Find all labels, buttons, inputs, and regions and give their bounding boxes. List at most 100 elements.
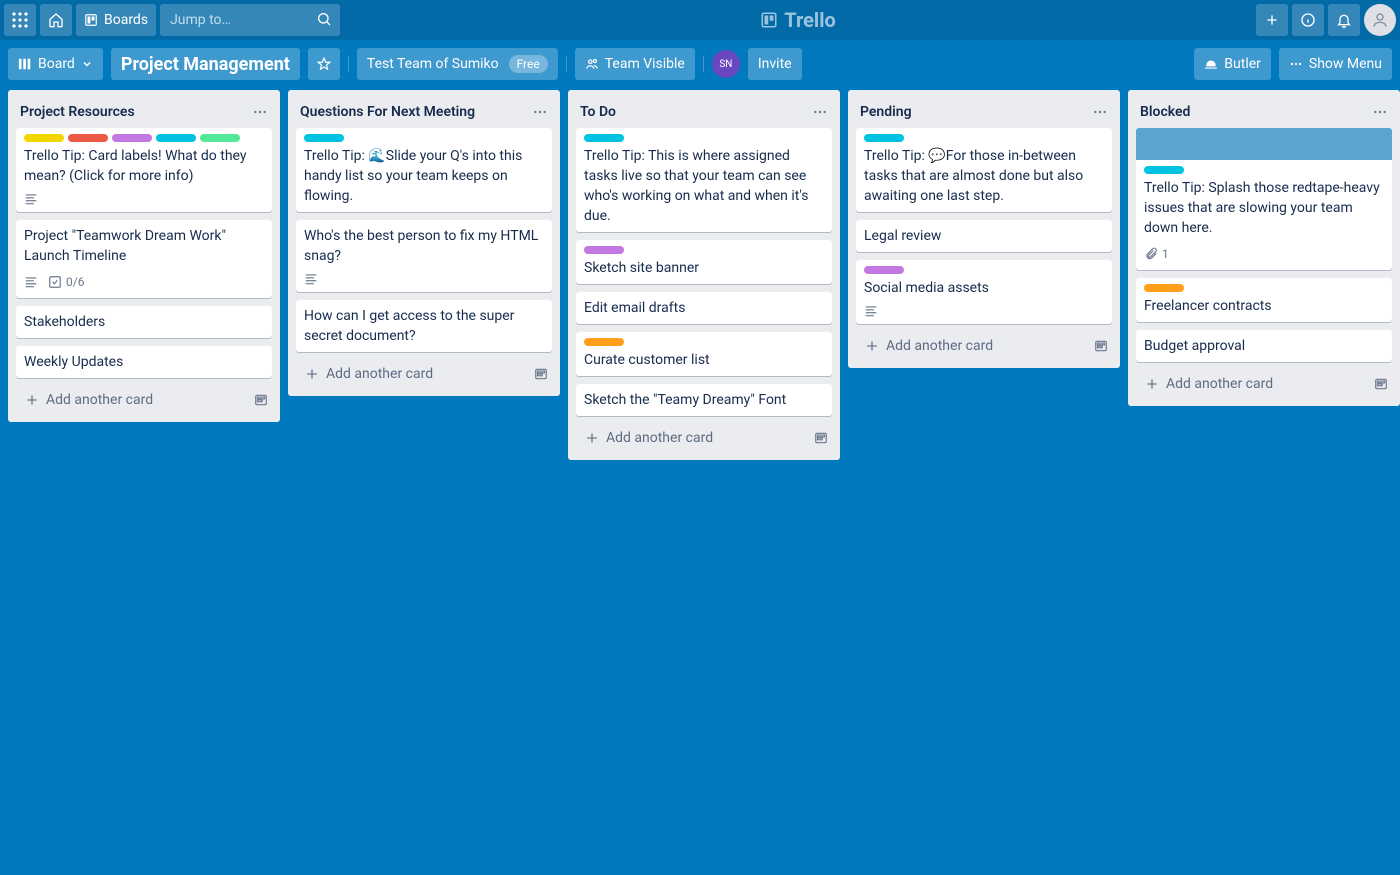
- label-pill[interactable]: [1144, 284, 1184, 292]
- list-title[interactable]: To Do: [580, 104, 616, 120]
- search-icon: [316, 11, 332, 27]
- card[interactable]: Trello Tip: This is where assigned tasks…: [576, 128, 832, 232]
- label-pill[interactable]: [112, 134, 152, 142]
- list-header: Questions For Next Meeting: [288, 90, 560, 128]
- card-template-button[interactable]: [530, 363, 552, 385]
- card-template-button[interactable]: [1370, 373, 1392, 395]
- add-card-row: Add another card: [848, 324, 1120, 368]
- card[interactable]: Stakeholders: [16, 306, 272, 338]
- label-pill[interactable]: [200, 134, 240, 142]
- team-button[interactable]: Test Team of Sumiko Free: [357, 48, 558, 80]
- card-text: Trello Tip: Card labels! What do they me…: [24, 146, 264, 186]
- card[interactable]: Freelancer contracts: [1136, 278, 1392, 322]
- card[interactable]: Weekly Updates: [16, 346, 272, 378]
- topbar: Boards Trello: [0, 0, 1400, 40]
- checklist-icon: [48, 275, 62, 289]
- card[interactable]: Trello Tip: 🌊Slide your Q's into this ha…: [296, 128, 552, 212]
- label-pill[interactable]: [68, 134, 108, 142]
- member-avatar[interactable]: SN: [712, 50, 740, 78]
- free-badge: Free: [509, 55, 548, 73]
- label-pill[interactable]: [584, 338, 624, 346]
- card-labels: [584, 134, 824, 142]
- card-text: Sketch site banner: [584, 258, 824, 278]
- card-text: Edit email drafts: [584, 298, 824, 318]
- template-icon: [814, 431, 828, 445]
- user-icon: [1371, 11, 1389, 29]
- list: Blocked Trello Tip: Splash those redtape-…: [1128, 90, 1400, 406]
- apps-icon: [12, 12, 28, 28]
- board-title[interactable]: Project Management: [111, 48, 300, 80]
- add-card-button[interactable]: Add another card: [576, 424, 810, 452]
- card[interactable]: Social media assets: [856, 260, 1112, 324]
- butler-button[interactable]: Butler: [1194, 48, 1271, 80]
- label-pill[interactable]: [1144, 166, 1184, 174]
- attachment-badge: 1: [1144, 244, 1169, 264]
- card-text: How can I get access to the super secret…: [304, 306, 544, 346]
- label-pill[interactable]: [864, 134, 904, 142]
- label-pill[interactable]: [24, 134, 64, 142]
- search-input[interactable]: [160, 4, 340, 36]
- info-icon: [1300, 12, 1316, 28]
- card[interactable]: Trello Tip: 💬For those in-between tasks …: [856, 128, 1112, 212]
- notifications-button[interactable]: [1328, 4, 1360, 36]
- label-pill[interactable]: [584, 246, 624, 254]
- star-button[interactable]: [308, 48, 340, 80]
- list-menu-button[interactable]: [528, 100, 552, 124]
- attachment-icon: [1144, 247, 1158, 261]
- board-canvas: Project Resources Trello Tip: Card labels…: [0, 84, 1400, 869]
- list-menu-button[interactable]: [248, 100, 272, 124]
- invite-button[interactable]: Invite: [748, 48, 802, 80]
- template-icon: [534, 367, 548, 381]
- info-button[interactable]: [1292, 4, 1324, 36]
- team-label: Test Team of Sumiko: [367, 56, 499, 72]
- add-card-button[interactable]: Add another card: [16, 386, 250, 414]
- list-menu-button[interactable]: [808, 100, 832, 124]
- list-menu-button[interactable]: [1368, 100, 1392, 124]
- create-button[interactable]: [1256, 4, 1288, 36]
- list: Pending Trello Tip: 💬For those in-between…: [848, 90, 1120, 368]
- label-pill[interactable]: [864, 266, 904, 274]
- list-title[interactable]: Pending: [860, 104, 912, 120]
- home-button[interactable]: [40, 4, 72, 36]
- apps-button[interactable]: [4, 4, 36, 36]
- card[interactable]: Sketch site banner: [576, 240, 832, 284]
- template-icon: [254, 393, 268, 407]
- label-pill[interactable]: [304, 134, 344, 142]
- topbar-right: [1256, 4, 1396, 36]
- account-avatar[interactable]: [1364, 4, 1396, 36]
- card[interactable]: Trello Tip: Card labels! What do they me…: [16, 128, 272, 212]
- show-menu-button[interactable]: Show Menu: [1279, 48, 1392, 80]
- list-title[interactable]: Questions For Next Meeting: [300, 104, 475, 120]
- card-template-button[interactable]: [810, 427, 832, 449]
- cards-container: Trello Tip: 💬For those in-between tasks …: [848, 128, 1120, 324]
- list-title[interactable]: Project Resources: [20, 104, 135, 120]
- card[interactable]: Project "Teamwork Dream Work" Launch Tim…: [16, 220, 272, 298]
- card[interactable]: How can I get access to the super secret…: [296, 300, 552, 352]
- label-pill[interactable]: [584, 134, 624, 142]
- list-header: Project Resources: [8, 90, 280, 128]
- card-template-button[interactable]: [1090, 335, 1112, 357]
- boards-label: Boards: [104, 12, 148, 28]
- list-menu-button[interactable]: [1088, 100, 1112, 124]
- card[interactable]: Edit email drafts: [576, 292, 832, 324]
- add-card-button[interactable]: Add another card: [856, 332, 1090, 360]
- add-card-button[interactable]: Add another card: [1136, 370, 1370, 398]
- card-text: Sketch the "Teamy Dreamy" Font: [584, 390, 824, 410]
- template-icon: [1374, 377, 1388, 391]
- home-icon: [48, 12, 64, 28]
- card[interactable]: Trello Tip: Splash those redtape-heavy i…: [1136, 128, 1392, 270]
- board-view-button[interactable]: Board: [8, 48, 103, 80]
- card-text: Project "Teamwork Dream Work" Launch Tim…: [24, 226, 264, 266]
- card[interactable]: Curate customer list: [576, 332, 832, 376]
- card[interactable]: Sketch the "Teamy Dreamy" Font: [576, 384, 832, 416]
- list-title[interactable]: Blocked: [1140, 104, 1190, 120]
- list-header: Blocked: [1128, 90, 1400, 128]
- boards-button[interactable]: Boards: [76, 4, 156, 36]
- card-template-button[interactable]: [250, 389, 272, 411]
- card[interactable]: Legal review: [856, 220, 1112, 252]
- label-pill[interactable]: [156, 134, 196, 142]
- card[interactable]: Budget approval: [1136, 330, 1392, 362]
- visibility-button[interactable]: Team Visible: [575, 48, 695, 80]
- card[interactable]: Who's the best person to fix my HTML sna…: [296, 220, 552, 292]
- add-card-button[interactable]: Add another card: [296, 360, 530, 388]
